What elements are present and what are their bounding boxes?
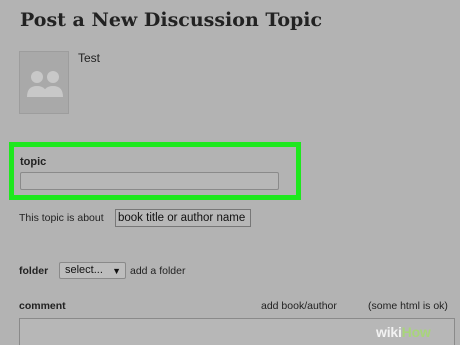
add-folder-link[interactable]: add a folder bbox=[130, 265, 185, 277]
topic-highlight-box bbox=[9, 142, 301, 200]
comment-label: comment bbox=[19, 300, 66, 312]
avatar bbox=[19, 51, 69, 114]
folder-label: folder bbox=[19, 265, 49, 277]
about-label: This topic is about bbox=[19, 212, 104, 224]
topic-label: topic bbox=[20, 156, 47, 168]
add-book-author-link[interactable]: add book/author bbox=[261, 300, 337, 312]
page-title: Post a New Discussion Topic bbox=[20, 9, 323, 31]
user-name: Test bbox=[78, 51, 101, 65]
chevron-down-icon: ▼ bbox=[112, 266, 121, 276]
topic-input[interactable] bbox=[20, 172, 279, 190]
watermark-logo: wikiHow bbox=[376, 324, 431, 340]
folder-select[interactable]: select... ▼ bbox=[59, 262, 126, 279]
folder-select-value: select... bbox=[65, 264, 103, 276]
watermark-part1: wiki bbox=[376, 324, 402, 340]
html-note: (some html is ok) bbox=[368, 300, 448, 312]
watermark-part2: How bbox=[401, 324, 431, 340]
about-input[interactable]: book title or author name bbox=[115, 209, 251, 227]
user-group-icon bbox=[27, 71, 63, 97]
